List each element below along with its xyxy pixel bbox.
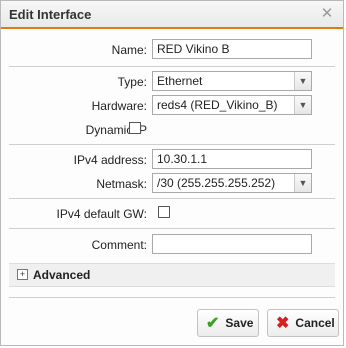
- checkmark-icon: ✔: [206, 315, 220, 332]
- separator: [9, 228, 335, 229]
- advanced-label: Advanced: [33, 268, 91, 282]
- hardware-label: Hardware:: [91, 99, 147, 113]
- x-cross-icon: ✖: [276, 315, 290, 332]
- dynamic-ip-checkbox[interactable]: [129, 122, 141, 134]
- comment-input[interactable]: [152, 234, 312, 254]
- ipv4-default-gw-row: IPv4 default GW:: [1, 203, 343, 225]
- dialog-footer: ✔ Save ✖ Cancel: [1, 301, 343, 341]
- advanced-section-header[interactable]: + Advanced: [9, 263, 335, 287]
- chevron-down-icon[interactable]: ▼: [294, 96, 311, 114]
- dialog-title: Edit Interface: [9, 6, 92, 22]
- netmask-select[interactable]: /30 (255.255.255.252) ▼: [152, 173, 312, 193]
- type-row: Type: Ethernet ▼: [1, 71, 343, 93]
- separator: [9, 198, 335, 199]
- cancel-button-label: Cancel: [295, 316, 335, 330]
- hardware-row: Hardware: reds4 (RED_Vikino_B) ▼: [1, 95, 343, 117]
- dialog-titlebar[interactable]: Edit Interface ✕: [1, 1, 343, 29]
- ipv4-address-input[interactable]: [152, 149, 312, 169]
- type-select[interactable]: Ethernet ▼: [152, 71, 312, 91]
- comment-label: Comment:: [91, 238, 147, 252]
- netmask-row: Netmask: /30 (255.255.255.252) ▼: [1, 173, 343, 195]
- name-input[interactable]: [152, 39, 312, 59]
- separator: [9, 66, 335, 67]
- chevron-down-icon[interactable]: ▼: [294, 174, 311, 192]
- plus-expand-icon[interactable]: +: [17, 269, 28, 280]
- chevron-down-icon[interactable]: ▼: [294, 72, 311, 90]
- type-label: Type:: [117, 75, 147, 89]
- name-row: Name:: [1, 39, 343, 61]
- dynamic-ip-row: Dynamic IP: [1, 119, 343, 141]
- ipv4-address-row: IPv4 address:: [1, 149, 343, 171]
- hardware-select-value: reds4 (RED_Vikino_B): [157, 98, 278, 112]
- separator: [9, 144, 335, 145]
- ipv4-address-label: IPv4 address:: [73, 153, 147, 167]
- save-button[interactable]: ✔ Save: [197, 309, 259, 337]
- type-select-value: Ethernet: [157, 74, 203, 88]
- comment-row: Comment:: [1, 234, 343, 256]
- netmask-select-value: /30 (255.255.255.252): [157, 176, 276, 190]
- ipv4-default-gw-checkbox[interactable]: [158, 206, 170, 218]
- cancel-button[interactable]: ✖ Cancel: [267, 309, 339, 337]
- separator: [9, 297, 335, 298]
- dialog-content: Name: Type: Ethernet ▼ Hardware: reds4 (…: [1, 31, 343, 287]
- save-button-label: Save: [225, 316, 254, 330]
- ipv4-default-gw-label: IPv4 default GW:: [56, 207, 148, 221]
- name-label: Name:: [111, 43, 147, 57]
- netmask-label: Netmask:: [96, 177, 147, 191]
- edit-interface-dialog: Edit Interface ✕ Name: Type: Ethernet ▼ …: [0, 0, 344, 346]
- hardware-select[interactable]: reds4 (RED_Vikino_B) ▼: [152, 95, 312, 115]
- close-icon[interactable]: ✕: [319, 6, 335, 22]
